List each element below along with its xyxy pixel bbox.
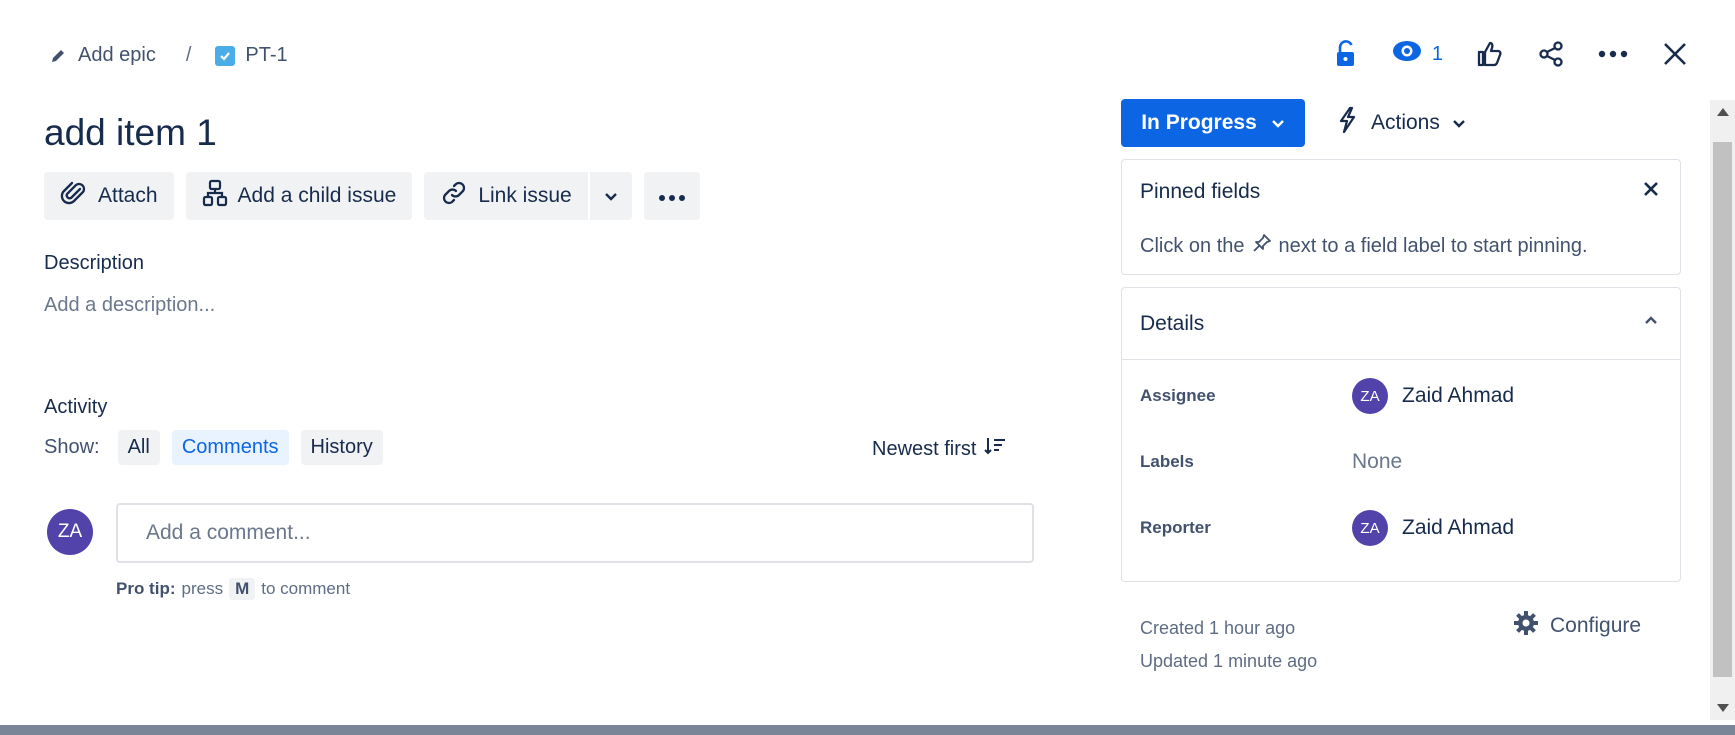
updated-timestamp: Updated 1 minute ago bbox=[1140, 651, 1318, 671]
issue-title[interactable]: add item 1 bbox=[44, 112, 217, 154]
issue-toolbar: Attach Add a child issue Link issue bbox=[44, 172, 700, 220]
details-header[interactable]: Details bbox=[1122, 288, 1680, 360]
avatar: ZA bbox=[1352, 510, 1388, 546]
background-overlay-strip bbox=[0, 725, 1735, 735]
filter-all-button[interactable]: All bbox=[117, 430, 160, 465]
issue-key-link[interactable]: PT-1 bbox=[245, 44, 287, 67]
activity-filter-row: Show: All Comments History bbox=[44, 430, 383, 465]
created-timestamp: Created 1 hour ago bbox=[1140, 618, 1296, 638]
sort-icon bbox=[984, 436, 1006, 462]
attach-label: Attach bbox=[98, 184, 158, 207]
configure-button[interactable]: Configure bbox=[1512, 609, 1641, 643]
description-label: Description bbox=[44, 252, 145, 274]
close-icon[interactable] bbox=[1659, 38, 1691, 70]
sort-label: Newest first bbox=[872, 437, 977, 460]
labels-value[interactable]: None bbox=[1352, 450, 1402, 474]
add-child-issue-label: Add a child issue bbox=[237, 184, 397, 207]
avatar: ZA bbox=[1352, 378, 1388, 414]
reporter-name: Zaid Ahmad bbox=[1402, 516, 1515, 539]
avatar: ZA bbox=[47, 509, 93, 555]
chevron-down-icon bbox=[604, 184, 618, 208]
details-panel: Details Assignee ZA Zaid Ahmad Labels No… bbox=[1121, 287, 1681, 582]
link-icon bbox=[440, 179, 468, 213]
thumbs-up-icon[interactable] bbox=[1473, 38, 1505, 70]
hierarchy-icon bbox=[202, 179, 228, 213]
show-label: Show: bbox=[44, 436, 100, 458]
configure-label: Configure bbox=[1550, 614, 1642, 637]
scrollbar-thumb[interactable] bbox=[1713, 142, 1732, 677]
scroll-down-arrow-icon[interactable] bbox=[1717, 704, 1729, 712]
issue-meta: Created 1 hour ago Updated 1 minute ago bbox=[1140, 612, 1317, 678]
gear-icon bbox=[1512, 609, 1540, 643]
watch-button[interactable]: 1 bbox=[1392, 40, 1443, 68]
add-epic-link[interactable]: Add epic bbox=[78, 44, 156, 67]
breadcrumb: Add epic / PT-1 bbox=[48, 44, 288, 67]
more-toolbar-button[interactable] bbox=[643, 172, 700, 220]
pencil-icon bbox=[48, 46, 68, 66]
labels-field: Labels None bbox=[1140, 450, 1402, 474]
details-title: Details bbox=[1140, 312, 1205, 335]
pro-tip-label: Pro tip: bbox=[116, 579, 176, 598]
assignee-field: Assignee ZA Zaid Ahmad bbox=[1140, 378, 1514, 414]
link-issue-button[interactable]: Link issue bbox=[424, 172, 588, 220]
chevron-down-icon bbox=[1452, 111, 1466, 135]
unlock-icon[interactable] bbox=[1330, 38, 1362, 70]
link-issue-label: Link issue bbox=[478, 184, 572, 207]
chevron-up-icon bbox=[1644, 312, 1658, 330]
status-label: In Progress bbox=[1141, 111, 1257, 134]
activity-label: Activity bbox=[44, 396, 108, 418]
description-input[interactable]: Add a description... bbox=[44, 294, 215, 317]
assignee-name: Zaid Ahmad bbox=[1402, 384, 1515, 407]
comment-input[interactable]: Add a comment... bbox=[116, 503, 1034, 563]
pinned-hint-before: Click on the bbox=[1140, 234, 1245, 257]
pinned-hint-after: next to a field label to start pinning. bbox=[1278, 234, 1588, 257]
status-dropdown-button[interactable]: In Progress bbox=[1121, 99, 1305, 147]
eye-icon bbox=[1392, 40, 1422, 68]
scrollbar[interactable] bbox=[1710, 100, 1735, 720]
shortcut-key: M bbox=[229, 578, 256, 600]
breadcrumb-separator: / bbox=[185, 44, 192, 66]
more-options-icon[interactable] bbox=[1597, 38, 1629, 70]
link-issue-dropdown-button[interactable] bbox=[587, 172, 632, 220]
task-checkbox-icon bbox=[215, 45, 236, 66]
pinned-fields-hint: Click on the next to a field label to st… bbox=[1140, 232, 1588, 260]
link-issue-split-button: Link issue bbox=[424, 172, 632, 220]
more-options-icon bbox=[658, 184, 686, 208]
pro-tip-press: press bbox=[181, 579, 224, 598]
issue-top-actions: 1 bbox=[1330, 38, 1691, 70]
attach-button[interactable]: Attach bbox=[44, 172, 174, 220]
pinned-fields-panel: Pinned fields Click on the next to a fie… bbox=[1121, 159, 1681, 275]
labels-label: Labels bbox=[1140, 452, 1194, 471]
reporter-value[interactable]: ZA Zaid Ahmad bbox=[1352, 510, 1514, 546]
lightning-icon bbox=[1335, 106, 1359, 140]
assignee-label: Assignee bbox=[1140, 386, 1216, 405]
scroll-up-arrow-icon[interactable] bbox=[1717, 108, 1729, 116]
add-child-issue-button[interactable]: Add a child issue bbox=[185, 172, 413, 220]
reporter-field: Reporter ZA Zaid Ahmad bbox=[1140, 510, 1514, 546]
status-row: In Progress Actions bbox=[1121, 99, 1478, 147]
close-icon[interactable] bbox=[1640, 178, 1662, 200]
actions-dropdown-button[interactable]: Actions bbox=[1323, 99, 1478, 147]
assignee-value[interactable]: ZA Zaid Ahmad bbox=[1352, 378, 1514, 414]
reporter-label: Reporter bbox=[1140, 518, 1211, 537]
share-icon[interactable] bbox=[1535, 38, 1567, 70]
issue-detail-page: Add epic / PT-1 1 add item 1 Attach Add … bbox=[0, 0, 1735, 735]
pro-tip: Pro tip: press M to comment bbox=[116, 578, 350, 600]
pinned-fields-title: Pinned fields bbox=[1140, 180, 1261, 203]
filter-history-button[interactable]: History bbox=[300, 430, 383, 465]
actions-label: Actions bbox=[1371, 111, 1440, 134]
pin-icon bbox=[1251, 232, 1273, 260]
chevron-down-icon bbox=[1271, 111, 1285, 135]
filter-comments-button[interactable]: Comments bbox=[171, 430, 289, 465]
sort-order-button[interactable]: Newest first bbox=[872, 436, 1006, 462]
watch-count: 1 bbox=[1431, 42, 1443, 65]
pro-tip-suffix: to comment bbox=[261, 579, 351, 598]
paperclip-icon bbox=[60, 179, 88, 213]
